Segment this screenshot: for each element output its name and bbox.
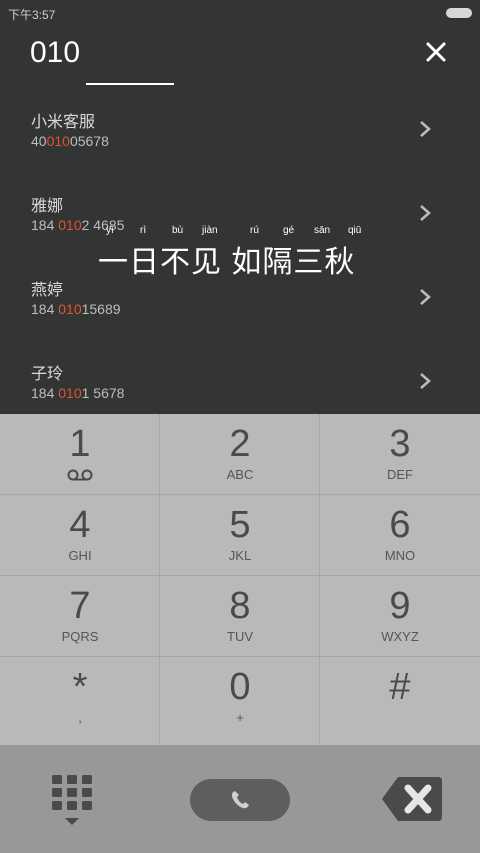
pinyin-syllable: rú xyxy=(250,225,259,236)
contact-name: 雅娜 xyxy=(31,198,64,215)
number-part: 184 xyxy=(31,385,59,401)
number-match-highlight: 010 xyxy=(58,217,82,233)
battery-icon xyxy=(446,8,472,18)
key-letters: GHI xyxy=(68,548,92,563)
key-digit: 3 xyxy=(389,423,411,465)
chevron-right-icon[interactable] xyxy=(418,120,432,138)
key-letters: , xyxy=(78,710,82,725)
key-letters: ABC xyxy=(226,467,254,482)
key-4[interactable]: 4 GHI xyxy=(0,495,160,576)
key-9[interactable]: 9 WXYZ xyxy=(320,576,480,657)
chevron-right-icon[interactable] xyxy=(418,372,432,390)
key-digit: 6 xyxy=(389,504,411,546)
key-2[interactable]: 2 ABC xyxy=(160,414,320,495)
key-digit: 1 xyxy=(69,423,91,465)
number-part: 05678 xyxy=(69,133,109,149)
dialpad: 1 2 ABC 3 DEF 4 GHI 5 JKL 6 MNO 7 PQRS 8… xyxy=(0,414,480,745)
key-0[interactable]: 0 + xyxy=(160,657,320,745)
contact-number: 184 01015689 xyxy=(31,301,121,317)
status-time: 下午3:57 xyxy=(8,8,56,22)
key-digit: # xyxy=(389,666,411,708)
key-letters: MNO xyxy=(384,548,416,563)
pinyin-syllable: jiàn xyxy=(202,225,218,236)
chevron-right-icon[interactable] xyxy=(418,204,432,222)
pinyin-syllable: yī xyxy=(106,225,114,236)
dialed-number[interactable]: 010 xyxy=(30,36,80,70)
contact-name: 燕婷 xyxy=(31,282,64,299)
key-digit: 4 xyxy=(69,504,91,546)
phone-icon xyxy=(231,791,249,809)
number-part: 1 5678 xyxy=(81,385,125,401)
key-star[interactable]: * , xyxy=(0,657,160,745)
backspace-icon[interactable] xyxy=(380,773,444,825)
dialpad-grid-icon[interactable] xyxy=(48,771,96,831)
key-digit: * xyxy=(72,666,88,708)
pinyin-syllable: gé xyxy=(283,225,295,236)
key-7[interactable]: 7 PQRS xyxy=(0,576,160,657)
key-letters: WXYZ xyxy=(381,629,419,644)
idiom-overlay: yī rì bù jiàn rú gé sān qiū 一日不见 如隔三秋 xyxy=(98,225,388,279)
close-icon[interactable] xyxy=(424,40,448,64)
key-digit: 2 xyxy=(229,423,251,465)
voicemail-icon xyxy=(67,469,93,481)
key-3[interactable]: 3 DEF xyxy=(320,414,480,495)
key-letters: PQRS xyxy=(61,629,99,644)
pinyin-syllable: sān xyxy=(314,225,331,236)
call-button[interactable] xyxy=(190,779,290,821)
status-bar: 下午3:57 xyxy=(0,0,480,26)
contact-number: 4001005678 xyxy=(31,133,109,149)
key-digit: 0 xyxy=(229,666,251,708)
number-part: 184 xyxy=(31,301,59,317)
number-part: 184 xyxy=(31,217,59,233)
key-1[interactable]: 1 xyxy=(0,414,160,495)
number-match-highlight: 010 xyxy=(58,385,82,401)
key-digit: 5 xyxy=(229,504,251,546)
contact-name: 小米客服 xyxy=(31,114,96,131)
key-digit: 9 xyxy=(389,585,411,627)
key-6[interactable]: 6 MNO xyxy=(320,495,480,576)
pinyin-syllable: rì xyxy=(140,225,147,236)
number-match-highlight: 010 xyxy=(58,301,82,317)
key-letters: JKL xyxy=(228,548,252,563)
number-part: 15689 xyxy=(81,301,121,317)
contact-result[interactable]: 小米客服 4001005678 xyxy=(0,100,480,178)
key-digit: 8 xyxy=(229,585,251,627)
key-letters: DEF xyxy=(387,467,413,482)
input-underline xyxy=(86,83,174,85)
key-digit: 7 xyxy=(69,585,91,627)
number-match-highlight: 010 xyxy=(46,133,70,149)
idiom-text: 一日不见 如隔三秋 xyxy=(98,246,356,279)
chevron-right-icon[interactable] xyxy=(418,288,432,306)
pinyin-syllable: qiū xyxy=(348,225,362,236)
key-hash[interactable]: # xyxy=(320,657,480,745)
number-part: 40 xyxy=(31,133,47,149)
key-letters: TUV xyxy=(227,629,253,644)
contact-number: 184 0101 5678 xyxy=(31,385,124,401)
bottom-bar xyxy=(0,745,480,853)
dialed-number-area: 010 xyxy=(0,26,480,100)
key-letters: + xyxy=(236,710,244,725)
contact-name: 子玲 xyxy=(31,366,64,383)
key-5[interactable]: 5 JKL xyxy=(160,495,320,576)
key-8[interactable]: 8 TUV xyxy=(160,576,320,657)
pinyin-syllable: bù xyxy=(172,225,184,236)
